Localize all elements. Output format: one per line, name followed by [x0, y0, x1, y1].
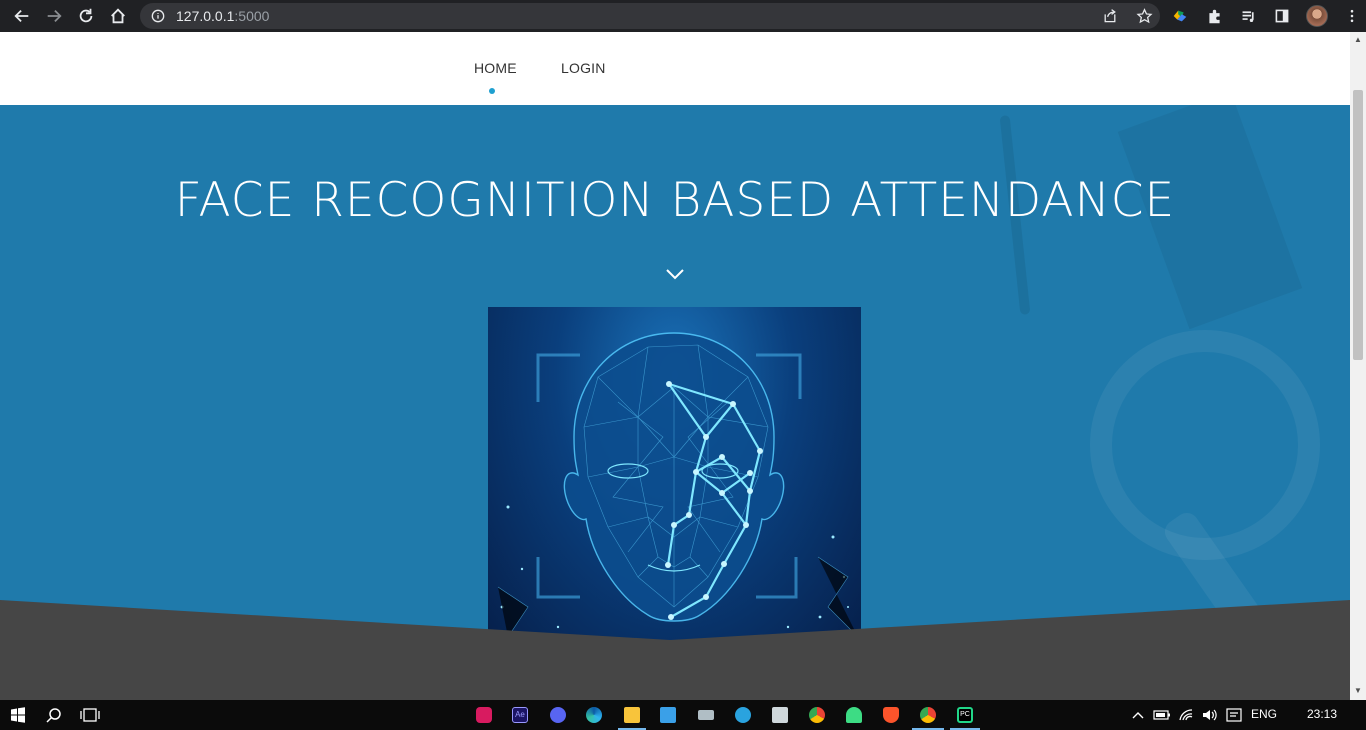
printer-app-icon[interactable]	[768, 704, 792, 726]
windows-taskbar: Ae PC ENG 23:13	[0, 700, 1366, 730]
extensions-puzzle-icon[interactable]	[1204, 6, 1224, 26]
chrome-icon[interactable]	[805, 704, 829, 726]
face-recognition-image	[488, 307, 861, 647]
side-panel-icon[interactable]	[1272, 6, 1292, 26]
task-view-icon[interactable]	[78, 704, 102, 726]
bookmark-star-icon[interactable]	[1134, 6, 1154, 26]
reload-button[interactable]	[70, 2, 102, 30]
scroll-up-arrow-icon[interactable]: ▲	[1354, 36, 1362, 44]
back-button[interactable]	[6, 2, 38, 30]
edge-icon[interactable]	[582, 704, 606, 726]
face-mesh-illustration	[497, 332, 859, 638]
reload-icon	[79, 8, 93, 23]
nav-home-link[interactable]: HOME	[474, 60, 517, 76]
after-effects-icon[interactable]: Ae	[508, 704, 532, 726]
back-arrow-icon	[14, 9, 29, 23]
nav-login-link[interactable]: LOGIN	[561, 60, 606, 76]
wifi-icon[interactable]	[1174, 704, 1198, 726]
profile-avatar[interactable]	[1306, 5, 1328, 27]
home-button[interactable]	[102, 2, 134, 30]
battery-icon[interactable]	[1150, 704, 1174, 726]
background-cup-shape	[1090, 330, 1320, 560]
share-icon[interactable]	[1100, 6, 1120, 26]
forward-arrow-icon	[47, 9, 62, 23]
chevron-down-icon[interactable]	[665, 267, 685, 281]
language-indicator[interactable]: ENG	[1251, 707, 1277, 721]
notifications-icon[interactable]	[1222, 704, 1246, 726]
volume-icon[interactable]	[1197, 704, 1221, 726]
remote-desktop-icon[interactable]	[656, 704, 680, 726]
chrome-menu-icon[interactable]	[1342, 6, 1362, 26]
hero-title: FACE RECOGNITION BASED ATTENDANCE	[174, 173, 1176, 228]
nav-active-indicator	[489, 88, 495, 94]
android-studio-icon[interactable]	[842, 704, 866, 726]
site-info-icon[interactable]	[150, 8, 166, 24]
chrome-active-icon[interactable]	[916, 704, 940, 726]
page-scrollbar[interactable]: ▲ ▼	[1350, 32, 1366, 700]
file-explorer-icon[interactable]	[620, 704, 644, 726]
scrollbar-thumb[interactable]	[1353, 90, 1363, 360]
windows-start-icon[interactable]	[6, 704, 30, 726]
brave-icon[interactable]	[879, 704, 903, 726]
url-text: 127.0.0.1:5000	[176, 8, 269, 24]
pycharm-icon[interactable]: PC	[953, 704, 977, 726]
keyboard-icon[interactable]	[694, 704, 718, 726]
extension-colorful-icon[interactable]	[1170, 6, 1190, 26]
site-navbar: HOME LOGIN	[0, 32, 1350, 105]
tray-chevron-up-icon[interactable]	[1126, 704, 1150, 726]
scroll-down-arrow-icon[interactable]: ▼	[1354, 687, 1362, 695]
app-icon-pink[interactable]	[472, 704, 496, 726]
search-icon[interactable]	[42, 704, 66, 726]
url-host: 127.0.0.1	[176, 8, 235, 24]
media-queue-icon[interactable]	[1238, 6, 1258, 26]
forward-button[interactable]	[38, 2, 70, 30]
home-icon	[111, 8, 125, 24]
clock-time[interactable]: 23:13	[1307, 707, 1337, 721]
discord-icon[interactable]	[546, 704, 570, 726]
telegram-icon[interactable]	[731, 704, 755, 726]
address-bar[interactable]: 127.0.0.1:5000	[140, 3, 1160, 29]
hero-bottom-wave	[0, 600, 1350, 700]
url-port: :5000	[234, 8, 270, 24]
page-viewport: HOME LOGIN FACE RECOGNITION BASED ATTEND…	[0, 32, 1350, 700]
browser-toolbar: 127.0.0.1:5000	[0, 0, 1366, 32]
